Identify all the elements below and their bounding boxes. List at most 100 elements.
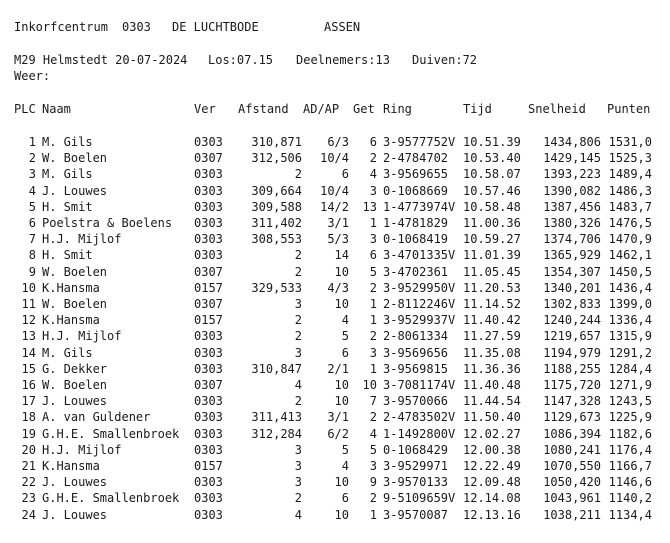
cell-tijd: 12.02.27	[463, 426, 521, 441]
cell-tijd: 11.20.53	[463, 280, 521, 295]
cell-plc: 20	[21, 442, 36, 457]
cell-plc: 5	[28, 199, 36, 214]
cell-punten: 1525,3	[608, 151, 652, 166]
cell-adap: 2/1	[327, 361, 349, 376]
cell-punten: 1284,4	[608, 361, 652, 376]
cell-ver: 0157	[194, 313, 223, 328]
cell-ver: 0303	[194, 248, 223, 263]
cell-snelheid: 1387,456	[543, 199, 601, 214]
cell-get: 1	[369, 361, 377, 376]
cell-plc: 4	[28, 183, 36, 198]
race-name: M29 Helmstedt 20-07-2024	[14, 53, 188, 67]
column-header-afstand: Afstand	[238, 102, 289, 116]
cell-ver: 0303	[194, 442, 223, 457]
cell-tijd: 11.40.48	[463, 378, 521, 392]
cell-adap: 5	[341, 329, 349, 344]
cell-ring: 3-9569815	[383, 361, 449, 376]
cell-get: 5	[369, 264, 377, 279]
column-header-snelheid: Snelheid	[528, 102, 586, 116]
pigeons-count: Duiven:72	[412, 53, 478, 67]
cell-naam: H.J. Mijlof	[42, 329, 122, 344]
cell-ver: 0307	[194, 297, 223, 311]
cell-naam: K.Hansma	[42, 313, 100, 328]
cell-adap: 10	[334, 475, 349, 490]
cell-snelheid: 1086,394	[543, 426, 601, 441]
cell-get: 3	[369, 183, 377, 198]
cell-naam: Poelstra & Boelens	[42, 216, 173, 230]
club-name: DE LUCHTBODE	[172, 20, 259, 34]
cell-tijd: 10.58.07	[463, 167, 521, 182]
centrum-code: 0303	[122, 20, 151, 34]
table-row: 2 W. Boelen 0307 312,506 10/4 2 2-4784702 10.53…	[0, 150, 670, 166]
table-row: 22 J. Louwes 0303 3 10 9 3-9570133 12.09.48 1050…	[0, 474, 670, 490]
cell-punten: 1176,4	[608, 442, 652, 457]
table-row: 23 G.H.E. Smallenbroek 0303 2 6 2 9-5109659V 12…	[0, 490, 670, 506]
table-row: 12 K.Hansma 0157 2 4 1 3-9529937V 11.40.42 1240,…	[0, 312, 670, 328]
cell-ring: 3-9569655	[383, 167, 449, 182]
cell-afstand: 2	[294, 394, 302, 409]
cell-plc: 14	[21, 345, 36, 360]
cell-afstand: 329,533	[251, 280, 302, 295]
cell-afstand: 308,553	[251, 232, 302, 247]
cell-afstand: 2	[294, 329, 302, 344]
cell-ring: 3-9570087	[383, 507, 449, 522]
cell-afstand: 310,847	[251, 361, 302, 376]
cell-afstand: 309,664	[251, 183, 302, 198]
cell-afstand: 309,588	[251, 199, 302, 214]
cell-ver: 0307	[194, 264, 223, 279]
table-row: 8 H. Smit 0303 2 14 6 3-4701335V 11.01.39 1365,9…	[0, 247, 670, 263]
cell-snelheid: 1188,255	[543, 361, 601, 376]
table-row: 1 M. Gils 0303 310,871 6/3 6 3-9577752V 10.51.3…	[0, 134, 670, 150]
cell-plc: 6	[28, 216, 36, 230]
cell-snelheid: 1129,673	[543, 410, 601, 425]
cell-tijd: 11.40.42	[463, 313, 521, 328]
column-header-punten: Punten	[607, 102, 651, 116]
cell-ver: 0303	[194, 232, 223, 247]
table-row: 10 K.Hansma 0157 329,533 4/3 2 3-9529950V 11.20…	[0, 280, 670, 296]
cell-afstand: 2	[294, 491, 302, 506]
cell-tijd: 11.50.40	[463, 410, 521, 425]
cell-adap: 10	[334, 264, 349, 279]
cell-afstand: 3	[294, 475, 302, 490]
cell-snelheid: 1374,706	[543, 232, 601, 247]
cell-ver: 0303	[194, 183, 223, 198]
cell-adap: 6/2	[327, 426, 349, 441]
cell-ver: 0303	[194, 361, 223, 376]
cell-snelheid: 1194,979	[543, 345, 601, 360]
table-row: 16 W. Boelen 0307 4 10 10 3-7081174V 11.40.48 11…	[0, 377, 670, 393]
cell-get: 1	[369, 313, 377, 328]
cell-ver: 0157	[194, 280, 223, 295]
cell-adap: 6/3	[327, 135, 349, 149]
table-row: 5 H. Smit 0303 309,588 14/2 13 1-4773974V 10.58…	[0, 199, 670, 215]
cell-ver: 0303	[194, 345, 223, 360]
cell-ring: 2-4783502V	[383, 410, 456, 425]
cell-ring: 2-8112246V	[383, 297, 456, 311]
cell-tijd: 11.44.54	[463, 394, 521, 409]
cell-ver: 0303	[194, 394, 223, 409]
cell-ver: 0303	[194, 410, 223, 425]
cell-ring: 3-7081174V	[383, 378, 456, 392]
cell-afstand: 310,871	[251, 135, 302, 149]
cell-afstand: 3	[294, 442, 302, 457]
cell-ring: 3-4702361	[383, 264, 449, 279]
cell-ver: 0307	[194, 378, 223, 392]
cell-ver: 0303	[194, 199, 223, 214]
cell-punten: 1336,4	[608, 313, 652, 328]
column-header-adap: AD/AP	[303, 102, 340, 116]
cell-adap: 4/3	[327, 280, 349, 295]
cell-afstand: 311,402	[251, 216, 302, 230]
table-row: 14 M. Gils 0303 3 6 3 3-9569656 11.35.08 1194,97…	[0, 345, 670, 361]
cell-adap: 14/2	[320, 199, 349, 214]
cell-get: 2	[369, 329, 377, 344]
cell-plc: 22	[21, 475, 36, 490]
cell-afstand: 4	[294, 507, 302, 522]
cell-snelheid: 1434,806	[543, 135, 601, 149]
cell-ring: 3-9529950V	[383, 280, 456, 295]
cell-plc: 7	[28, 232, 36, 247]
cell-adap: 10	[334, 297, 349, 311]
cell-tijd: 10.51.39	[463, 135, 521, 149]
table-row: 7 H.J. Mijlof 0303 308,553 5/3 3 0-1068419 10.5…	[0, 231, 670, 247]
cell-ring: 3-4701335V	[383, 248, 456, 263]
cell-adap: 6	[341, 345, 349, 360]
table-row: 11 W. Boelen 0307 3 10 1 2-8112246V 11.14.52 130…	[0, 296, 670, 312]
